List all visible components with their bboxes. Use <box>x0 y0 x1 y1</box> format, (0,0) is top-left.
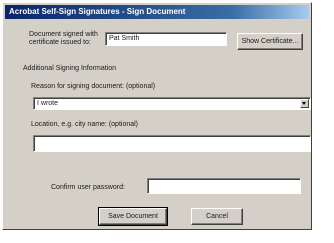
reason-label: Reason for signing document: (optional) <box>31 83 156 90</box>
certificate-holder-field: Pat Smith <box>105 32 227 46</box>
dialog-title-bar[interactable]: Acrobat Self-Sign Signatures - Sign Docu… <box>5 5 309 19</box>
password-label: Confirm user password: <box>51 184 125 191</box>
reason-select[interactable]: I wrote <box>33 97 311 110</box>
signer-label-line1: Document signed with <box>29 31 98 38</box>
additional-info-heading: Additional Signing Information <box>23 65 117 72</box>
show-certificate-button[interactable]: Show Certificate... <box>237 33 303 50</box>
chevron-down-icon[interactable] <box>300 99 309 108</box>
save-document-button[interactable]: Save Document <box>98 207 168 226</box>
location-input[interactable] <box>33 135 311 152</box>
signer-label-line2: certificate issued to: <box>29 39 91 46</box>
dialog-title: Acrobat Self-Sign Signatures - Sign Docu… <box>9 7 186 16</box>
location-label: Location, e.g. city name: (optional) <box>31 121 139 128</box>
cancel-button[interactable]: Cancel <box>191 208 243 225</box>
password-input[interactable] <box>147 178 301 194</box>
certificate-holder-value: Pat Smith <box>109 35 140 42</box>
sign-document-dialog: Acrobat Self-Sign Signatures - Sign Docu… <box>2 2 312 230</box>
reason-select-value: I wrote <box>37 100 59 107</box>
